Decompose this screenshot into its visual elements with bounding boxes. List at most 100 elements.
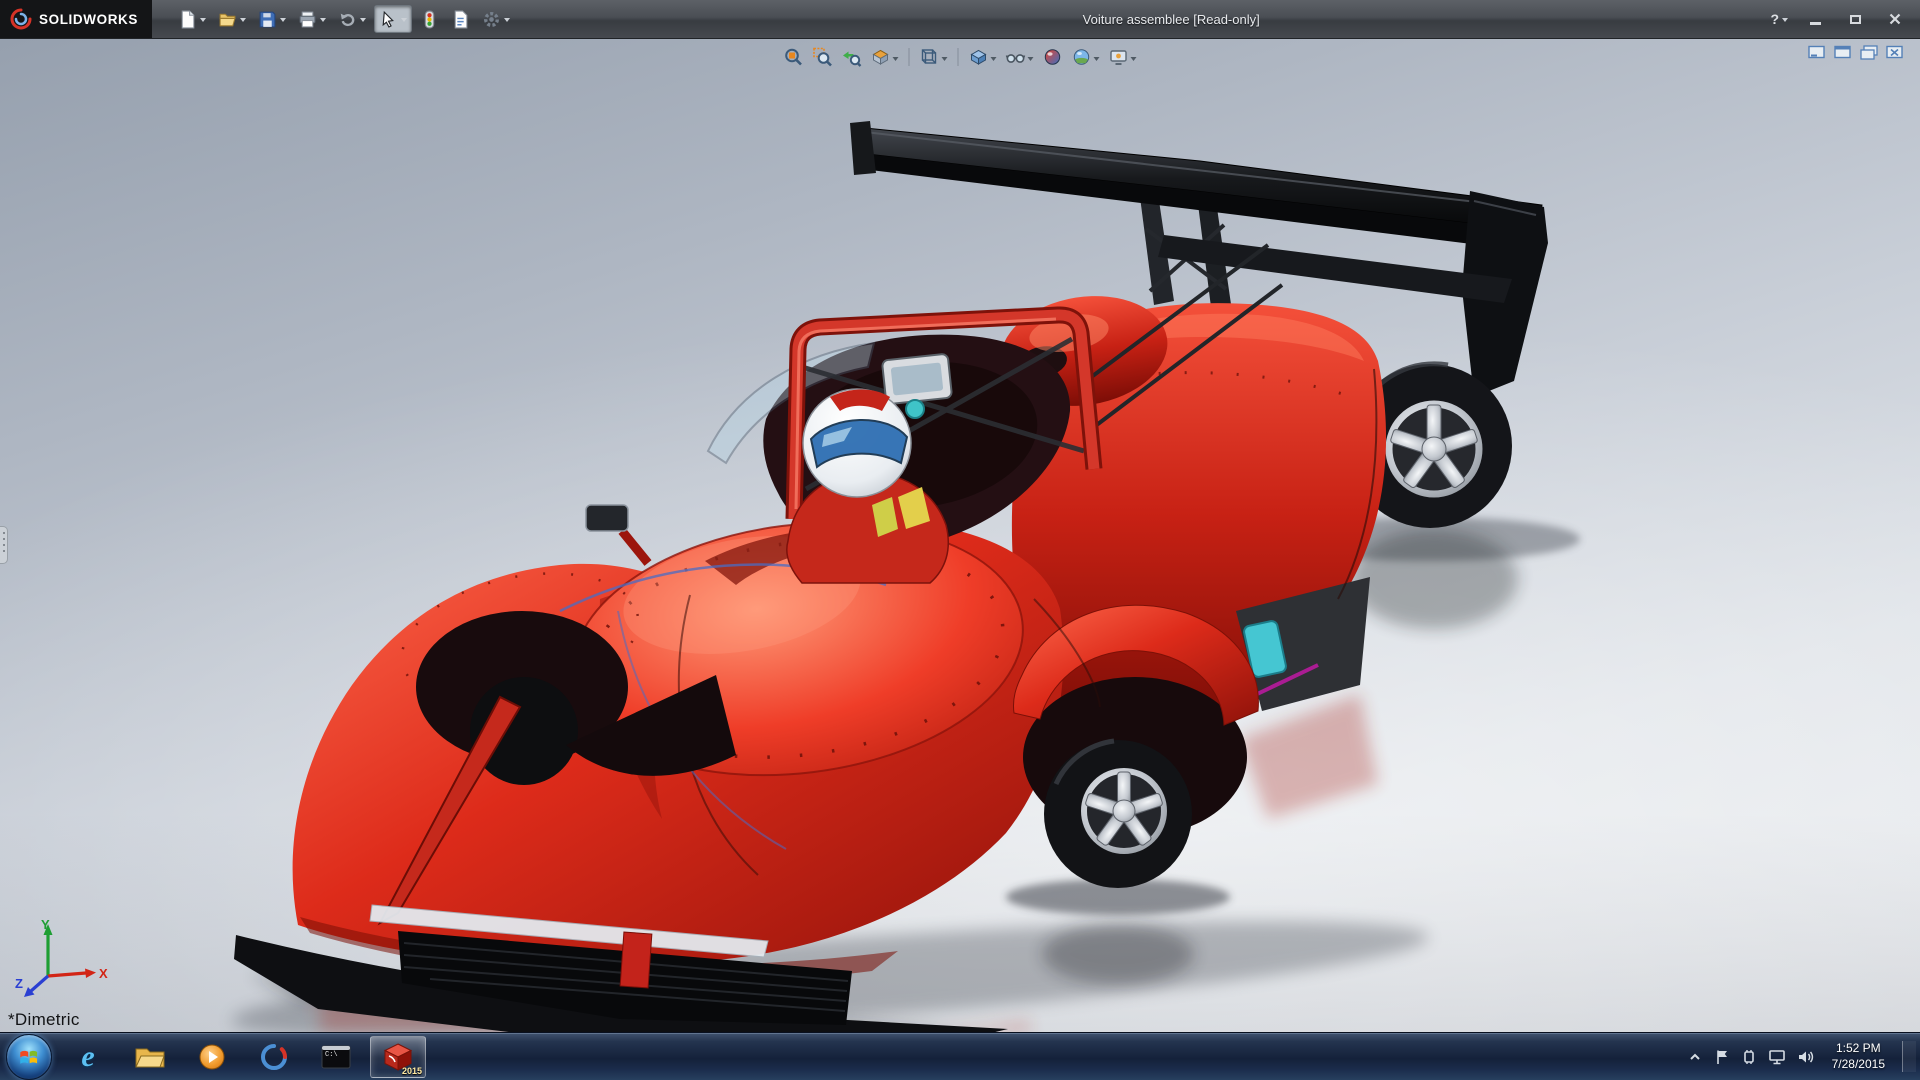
open-button[interactable] bbox=[214, 5, 250, 33]
new-document-button[interactable] bbox=[174, 5, 210, 33]
edit-appearance-button[interactable] bbox=[1040, 45, 1066, 69]
taskbar-solidworks-2015[interactable]: 2015 bbox=[370, 1036, 426, 1078]
dropdown-caret[interactable] bbox=[504, 18, 510, 22]
dropdown-caret[interactable] bbox=[280, 18, 286, 22]
folder-icon bbox=[134, 1044, 166, 1070]
minimize-document-button[interactable] bbox=[1808, 45, 1826, 60]
featuremanager-splitter[interactable] bbox=[0, 526, 8, 564]
system-tray: 1:52 PM 7/28/2015 bbox=[1687, 1041, 1920, 1072]
3d-scene[interactable] bbox=[0, 39, 1920, 1032]
file-properties-icon bbox=[451, 10, 470, 29]
quick-access-toolbar bbox=[174, 5, 514, 33]
minimize-button[interactable] bbox=[1802, 9, 1828, 29]
dropdown-caret[interactable] bbox=[200, 18, 206, 22]
close-icon bbox=[1889, 13, 1901, 25]
dropdown-caret[interactable] bbox=[1094, 57, 1100, 61]
appearance-ball-icon bbox=[1043, 47, 1063, 67]
taskbar-clock[interactable]: 1:52 PM 7/28/2015 bbox=[1826, 1041, 1891, 1072]
options-button[interactable] bbox=[478, 5, 514, 33]
solidworks-version-badge: 2015 bbox=[402, 1066, 422, 1076]
taskbar-media-player[interactable] bbox=[184, 1036, 240, 1078]
brand-label: SOLIDWORKS bbox=[39, 12, 138, 27]
solidworks-menu-brand[interactable]: SOLIDWORKS bbox=[0, 0, 152, 38]
zoom-to-area-button[interactable] bbox=[810, 45, 836, 69]
dropdown-caret[interactable] bbox=[401, 18, 407, 22]
rearview-mirror[interactable] bbox=[882, 354, 952, 405]
close-document-button[interactable] bbox=[1886, 45, 1904, 60]
volume-icon[interactable] bbox=[1797, 1049, 1815, 1065]
front-right-wheel-fender[interactable] bbox=[1013, 599, 1258, 888]
dropdown-caret[interactable] bbox=[1782, 18, 1788, 22]
hide-show-items-button[interactable] bbox=[1003, 45, 1037, 69]
taskbar-solidworks-launcher[interactable] bbox=[246, 1036, 302, 1078]
restore-document-button[interactable] bbox=[1834, 45, 1852, 60]
view-orientation-cube-icon bbox=[920, 47, 940, 67]
zoom-to-fit-button[interactable] bbox=[781, 45, 807, 69]
section-view-button[interactable] bbox=[868, 45, 902, 69]
taskbar-apps: e bbox=[60, 1036, 426, 1078]
model-race-car[interactable] bbox=[234, 121, 1548, 1032]
rebuild-button[interactable] bbox=[416, 5, 443, 33]
view-orientation-label: *Dimetric bbox=[8, 1010, 80, 1030]
start-button[interactable] bbox=[6, 1034, 52, 1080]
open-folder-icon bbox=[218, 10, 237, 29]
previous-view-button[interactable] bbox=[839, 45, 865, 69]
file-properties-button[interactable] bbox=[447, 5, 474, 33]
solidworks-launcher-icon bbox=[259, 1042, 289, 1072]
scene-globe-icon bbox=[1072, 47, 1092, 67]
apply-scene-button[interactable] bbox=[1069, 45, 1103, 69]
action-center-flag-icon[interactable] bbox=[1714, 1049, 1730, 1065]
close-button[interactable] bbox=[1882, 9, 1908, 29]
section-view-icon bbox=[871, 47, 891, 67]
select-button[interactable] bbox=[374, 5, 412, 33]
restore-button[interactable] bbox=[1842, 9, 1868, 29]
options-gear-icon bbox=[482, 10, 501, 29]
toolbar-separator bbox=[909, 48, 910, 66]
display-icon[interactable] bbox=[1768, 1049, 1786, 1065]
graphics-area[interactable]: Y X Z *Dimetric bbox=[0, 39, 1920, 1032]
zoom-to-fit-icon bbox=[784, 47, 804, 67]
heads-up-view-toolbar bbox=[781, 45, 1140, 69]
triad-x-label: X bbox=[99, 966, 108, 981]
print-button[interactable] bbox=[294, 5, 330, 33]
triad-x-axis[interactable] bbox=[85, 969, 96, 979]
hardware-icon[interactable] bbox=[1741, 1049, 1757, 1065]
window-controls: ? bbox=[1770, 9, 1920, 29]
dropdown-caret[interactable] bbox=[1131, 57, 1137, 61]
windows-taskbar: e bbox=[0, 1032, 1920, 1080]
view-settings-button[interactable] bbox=[1106, 45, 1140, 69]
left-mirror[interactable] bbox=[586, 505, 628, 531]
save-button[interactable] bbox=[254, 5, 290, 33]
dropdown-caret[interactable] bbox=[991, 57, 997, 61]
new-window-button[interactable] bbox=[1860, 45, 1878, 60]
taskbar-windows-explorer[interactable] bbox=[122, 1036, 178, 1078]
new-document-icon bbox=[178, 10, 197, 29]
view-settings-icon bbox=[1109, 47, 1129, 67]
print-icon bbox=[298, 10, 317, 29]
show-desktop-button[interactable] bbox=[1902, 1041, 1916, 1072]
show-hidden-icons-button[interactable] bbox=[1687, 1050, 1703, 1064]
window-title: Voiture assemblee [Read-only] bbox=[1083, 12, 1260, 27]
help-button[interactable]: ? bbox=[1770, 11, 1788, 27]
taskbar-command-prompt[interactable]: C:\ bbox=[308, 1036, 364, 1078]
document-window-controls bbox=[1808, 45, 1904, 60]
previous-view-icon bbox=[842, 47, 862, 67]
command-prompt-label: C:\ bbox=[325, 1051, 338, 1059]
display-style-button[interactable] bbox=[966, 45, 1000, 69]
dropdown-caret[interactable] bbox=[942, 57, 948, 61]
dropdown-caret[interactable] bbox=[360, 18, 366, 22]
rebuild-stoplight-icon bbox=[420, 10, 439, 29]
taskbar-internet-explorer[interactable]: e bbox=[60, 1036, 116, 1078]
display-style-cube-icon bbox=[969, 47, 989, 67]
dropdown-caret[interactable] bbox=[320, 18, 326, 22]
title-bar: SOLIDWORKS bbox=[0, 0, 1920, 39]
dropdown-caret[interactable] bbox=[240, 18, 246, 22]
undo-button[interactable] bbox=[334, 5, 370, 33]
dropdown-caret[interactable] bbox=[1028, 57, 1034, 61]
orientation-triad[interactable]: Y X Z bbox=[14, 916, 110, 1002]
dropdown-caret[interactable] bbox=[893, 57, 899, 61]
triad-y-label: Y bbox=[41, 917, 50, 932]
windows-flag-icon bbox=[17, 1045, 41, 1069]
view-orientation-button[interactable] bbox=[917, 45, 951, 69]
clock-date: 7/28/2015 bbox=[1832, 1057, 1885, 1073]
